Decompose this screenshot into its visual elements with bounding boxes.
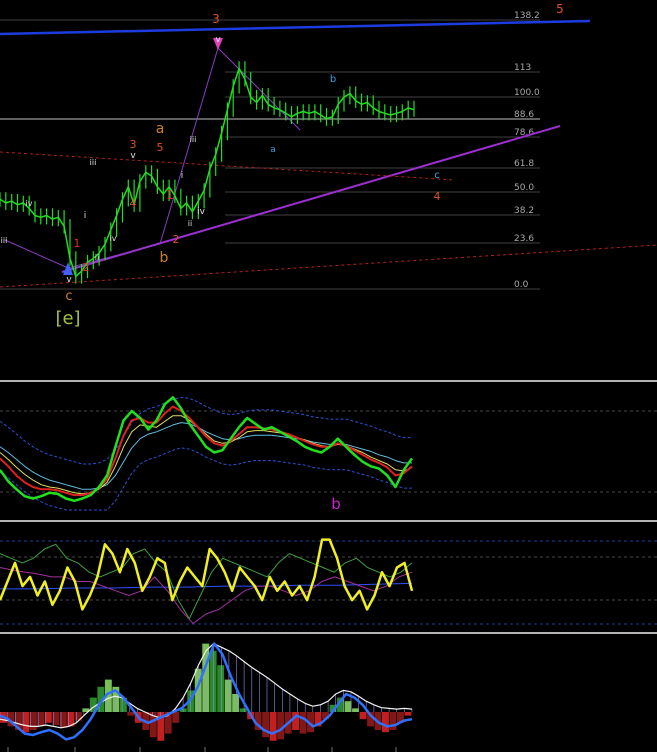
hist-bar-54: [404, 712, 412, 716]
wave-label-7: a: [156, 121, 165, 137]
wave-label-2: v: [215, 35, 221, 45]
wave-label-20: iv: [26, 199, 33, 208]
hist-bar-28: [209, 650, 217, 712]
wave-label-13: 4: [130, 197, 137, 210]
price-close-line: [0, 67, 415, 278]
main-price-panel: 138.2113100.088.678.661.850.038.223.60.0…: [0, 2, 657, 329]
hist-bar-3: [22, 712, 30, 733]
fib-label-113: 113: [514, 63, 531, 73]
wave-label-29: [e]: [55, 308, 80, 329]
wave-label-15: i: [181, 171, 184, 181]
wave-label-11: iii: [190, 135, 197, 144]
hist-bar-30: [224, 679, 232, 712]
p2-band-upper: [0, 396, 412, 465]
wave-label-1: 5: [556, 2, 564, 16]
fib-label-100-0: 100.0: [514, 88, 540, 98]
wave-label-21: iii: [1, 236, 8, 245]
wave-label-22: i: [84, 211, 87, 221]
wave-label-12: iii: [90, 158, 97, 167]
blue-upper-trendline: [0, 19, 591, 36]
oscillator-panel-2: [0, 538, 657, 625]
wave-label-28: c: [65, 289, 72, 304]
wave-label-19: b: [160, 250, 169, 266]
histogram-panel: [0, 642, 413, 741]
wave-label-16: iv: [197, 207, 206, 217]
hist-bar-52: [389, 712, 397, 730]
fib-label-38-2: 38.2: [514, 206, 534, 216]
hist-bar-29: [217, 665, 225, 712]
hist-bar-5: [37, 712, 45, 727]
wave-label-3: b: [330, 74, 336, 85]
hist-bar-35: [262, 712, 270, 738]
wave-connector-lines: [4, 47, 301, 269]
hist-bar-46: [344, 701, 352, 712]
wave-label-5: c: [434, 170, 440, 181]
wave-label-18: 2: [173, 233, 180, 246]
hist-bar-39: [292, 712, 299, 730]
wave-label-23: iv: [110, 234, 117, 243]
hist-bar-51: [382, 712, 389, 733]
wave-label-26: 2: [83, 261, 90, 274]
p3-yellow-line: [0, 538, 414, 611]
hist-bar-31: [232, 694, 240, 712]
p2-annotation-b: b: [331, 495, 341, 513]
hist-bar-36: [269, 712, 277, 741]
wave-label-25: 1: [74, 237, 81, 250]
hist-bar-23: [172, 712, 180, 723]
wave-label-24: ii: [95, 253, 99, 262]
fib-label-50-0: 50.0: [514, 183, 534, 193]
p2-cyan-line: [0, 422, 412, 490]
fib-label-88-6: 88.6: [514, 110, 534, 120]
wave-label-4: a: [270, 145, 276, 155]
wave-label-27: v: [66, 275, 72, 285]
fib-label-23-6: 23.6: [514, 234, 534, 244]
hist-bar-48: [359, 712, 367, 720]
fib-label-138-2: 138.2: [514, 11, 540, 21]
wave-label-17: ii: [188, 219, 192, 228]
wave-label-10: v: [130, 151, 136, 161]
fib-label-61-8: 61.8: [514, 159, 534, 169]
wave-label-14: 1: [166, 188, 174, 202]
oscillator-panel-1: b: [0, 396, 657, 513]
hist-bar-4: [30, 712, 37, 730]
wave-label-9: 3: [130, 138, 137, 151]
hist-bar-47: [352, 708, 359, 712]
hist-bar-32: [239, 708, 247, 712]
fib-label-0-0: 0.0: [514, 280, 529, 290]
wave-label-0: 3: [212, 12, 220, 26]
p2-band-lower: [0, 447, 412, 511]
p2-green-line: [0, 396, 414, 503]
hist-bar-40: [299, 712, 307, 734]
hist-bar-37: [277, 712, 285, 740]
hist-bar-17: [127, 712, 135, 716]
wave-label-6: 4: [434, 190, 441, 203]
wave-label-8: 5: [157, 141, 164, 154]
chart-canvas: 138.2113100.088.678.661.850.038.223.60.0…: [0, 2, 657, 752]
p2-yellow-line: [0, 415, 413, 495]
